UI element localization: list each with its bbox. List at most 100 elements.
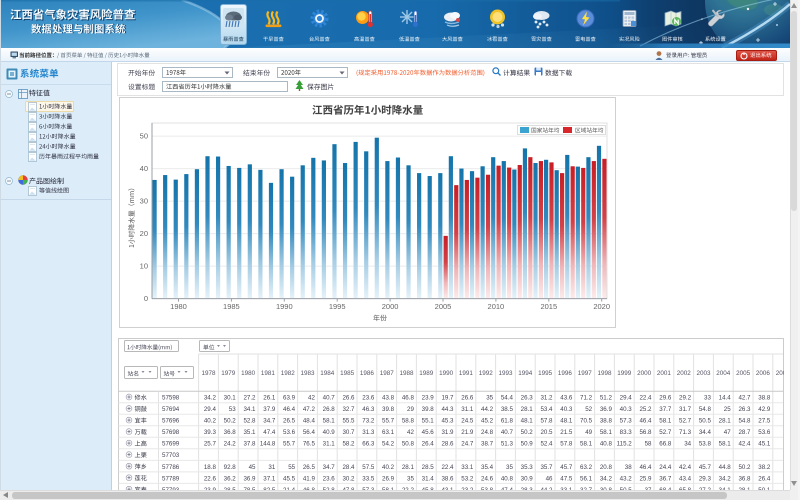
svg-text:40.2: 40.2 bbox=[382, 463, 395, 470]
svg-text:31.9: 31.9 bbox=[441, 429, 454, 436]
svg-text:58.1: 58.1 bbox=[322, 417, 335, 424]
svg-text:2000: 2000 bbox=[637, 370, 652, 377]
svg-text:53.8: 53.8 bbox=[698, 440, 711, 447]
svg-text:1980: 1980 bbox=[170, 302, 187, 311]
svg-text:58.8: 58.8 bbox=[401, 417, 414, 424]
svg-text:29.2: 29.2 bbox=[679, 394, 692, 401]
svg-text:66.3: 66.3 bbox=[362, 440, 375, 447]
svg-text:21.5: 21.5 bbox=[560, 429, 573, 436]
svg-text:40.7: 40.7 bbox=[322, 394, 335, 401]
svg-text:31.1: 31.1 bbox=[461, 406, 474, 413]
svg-text:46.4: 46.4 bbox=[283, 406, 296, 413]
svg-text:50.9: 50.9 bbox=[520, 440, 533, 447]
svg-text:24.6: 24.6 bbox=[481, 475, 494, 482]
svg-text:45.1: 45.1 bbox=[758, 440, 771, 447]
svg-text:34.7: 34.7 bbox=[322, 463, 335, 470]
svg-text:26.5: 26.5 bbox=[283, 417, 296, 424]
svg-text:42.4: 42.4 bbox=[679, 463, 692, 470]
svg-text:20.5: 20.5 bbox=[540, 429, 553, 436]
svg-text:33: 33 bbox=[704, 394, 711, 401]
svg-text:31.7: 31.7 bbox=[679, 406, 692, 413]
svg-text:57696: 57696 bbox=[162, 417, 180, 424]
svg-text:83.3: 83.3 bbox=[619, 429, 632, 436]
svg-text:56.1: 56.1 bbox=[580, 475, 593, 482]
svg-text:2007: 2007 bbox=[775, 370, 783, 377]
svg-text:50.2: 50.2 bbox=[223, 417, 236, 424]
svg-text:47: 47 bbox=[723, 429, 730, 436]
svg-text:46.4: 46.4 bbox=[639, 417, 652, 424]
svg-text:55.5: 55.5 bbox=[342, 417, 355, 424]
svg-text:2005: 2005 bbox=[736, 370, 751, 377]
svg-text:30.2: 30.2 bbox=[342, 475, 355, 482]
svg-text:57786: 57786 bbox=[162, 463, 180, 470]
svg-text:51.2: 51.2 bbox=[599, 394, 612, 401]
svg-text:25: 25 bbox=[723, 406, 730, 413]
svg-text:18.8: 18.8 bbox=[203, 463, 216, 470]
svg-text:46.3: 46.3 bbox=[362, 406, 375, 413]
svg-text:45.5: 45.5 bbox=[283, 475, 296, 482]
svg-text:50: 50 bbox=[140, 132, 148, 141]
svg-text:26.8: 26.8 bbox=[322, 406, 335, 413]
svg-text:55.1: 55.1 bbox=[421, 417, 434, 424]
svg-text:28.7: 28.7 bbox=[738, 429, 751, 436]
svg-text:35: 35 bbox=[486, 394, 493, 401]
svg-text:1990: 1990 bbox=[439, 370, 454, 377]
svg-text:61.8: 61.8 bbox=[500, 417, 513, 424]
svg-text:49: 49 bbox=[585, 429, 592, 436]
svg-text:1992: 1992 bbox=[478, 370, 493, 377]
svg-text:34: 34 bbox=[684, 440, 691, 447]
svg-text:54.2: 54.2 bbox=[382, 440, 395, 447]
svg-text:41.9: 41.9 bbox=[302, 475, 315, 482]
svg-text:53: 53 bbox=[228, 406, 235, 413]
svg-text:53.6: 53.6 bbox=[283, 429, 296, 436]
svg-text:57598: 57598 bbox=[162, 394, 180, 401]
svg-text:57.3: 57.3 bbox=[619, 417, 632, 424]
svg-text:28.1: 28.1 bbox=[401, 463, 414, 470]
svg-text:1999: 1999 bbox=[617, 370, 632, 377]
svg-text:25.7: 25.7 bbox=[203, 440, 216, 447]
svg-text:58: 58 bbox=[644, 440, 651, 447]
svg-text:31.2: 31.2 bbox=[540, 394, 553, 401]
svg-text:35.3: 35.3 bbox=[520, 463, 533, 470]
svg-text:44.3: 44.3 bbox=[441, 406, 454, 413]
svg-text:50.2: 50.2 bbox=[738, 463, 751, 470]
svg-text:57699: 57699 bbox=[162, 440, 180, 447]
svg-text:1982: 1982 bbox=[280, 370, 295, 377]
svg-text:26.3: 26.3 bbox=[738, 406, 751, 413]
svg-text:54.8: 54.8 bbox=[698, 406, 711, 413]
svg-text:29.4: 29.4 bbox=[619, 394, 632, 401]
svg-text:31.3: 31.3 bbox=[362, 429, 375, 436]
svg-text:47.2: 47.2 bbox=[302, 406, 315, 413]
svg-text:40.9: 40.9 bbox=[322, 429, 335, 436]
svg-text:22.4: 22.4 bbox=[639, 394, 652, 401]
svg-text:50.8: 50.8 bbox=[401, 440, 414, 447]
svg-text:30.9: 30.9 bbox=[520, 475, 533, 482]
svg-text:1989: 1989 bbox=[419, 370, 434, 377]
svg-text:38.8: 38.8 bbox=[599, 417, 612, 424]
svg-text:48.1: 48.1 bbox=[560, 417, 573, 424]
svg-text:47.5: 47.5 bbox=[560, 475, 573, 482]
svg-text:42: 42 bbox=[308, 394, 315, 401]
svg-text:42: 42 bbox=[407, 429, 414, 436]
svg-text:29.6: 29.6 bbox=[659, 394, 672, 401]
svg-text:24.8: 24.8 bbox=[481, 429, 494, 436]
svg-text:35.1: 35.1 bbox=[243, 429, 256, 436]
svg-text:44.8: 44.8 bbox=[718, 463, 731, 470]
svg-text:40.8: 40.8 bbox=[599, 440, 612, 447]
svg-text:27.5: 27.5 bbox=[758, 417, 771, 424]
svg-text:24.7: 24.7 bbox=[461, 440, 474, 447]
svg-text:14.4: 14.4 bbox=[718, 394, 731, 401]
svg-text:38.7: 38.7 bbox=[481, 440, 494, 447]
svg-text:2005: 2005 bbox=[435, 302, 452, 311]
svg-text:39.8: 39.8 bbox=[382, 406, 395, 413]
svg-text:1995: 1995 bbox=[538, 370, 553, 377]
svg-text:37.8: 37.8 bbox=[243, 440, 256, 447]
svg-text:36.2: 36.2 bbox=[223, 475, 236, 482]
svg-text:26.3: 26.3 bbox=[520, 394, 533, 401]
svg-text:44.2: 44.2 bbox=[481, 406, 494, 413]
svg-text:43.2: 43.2 bbox=[619, 475, 632, 482]
svg-text:34.2: 34.2 bbox=[718, 475, 731, 482]
svg-text:43.6: 43.6 bbox=[560, 394, 573, 401]
svg-text:38: 38 bbox=[624, 463, 631, 470]
svg-text:26.5: 26.5 bbox=[302, 463, 315, 470]
